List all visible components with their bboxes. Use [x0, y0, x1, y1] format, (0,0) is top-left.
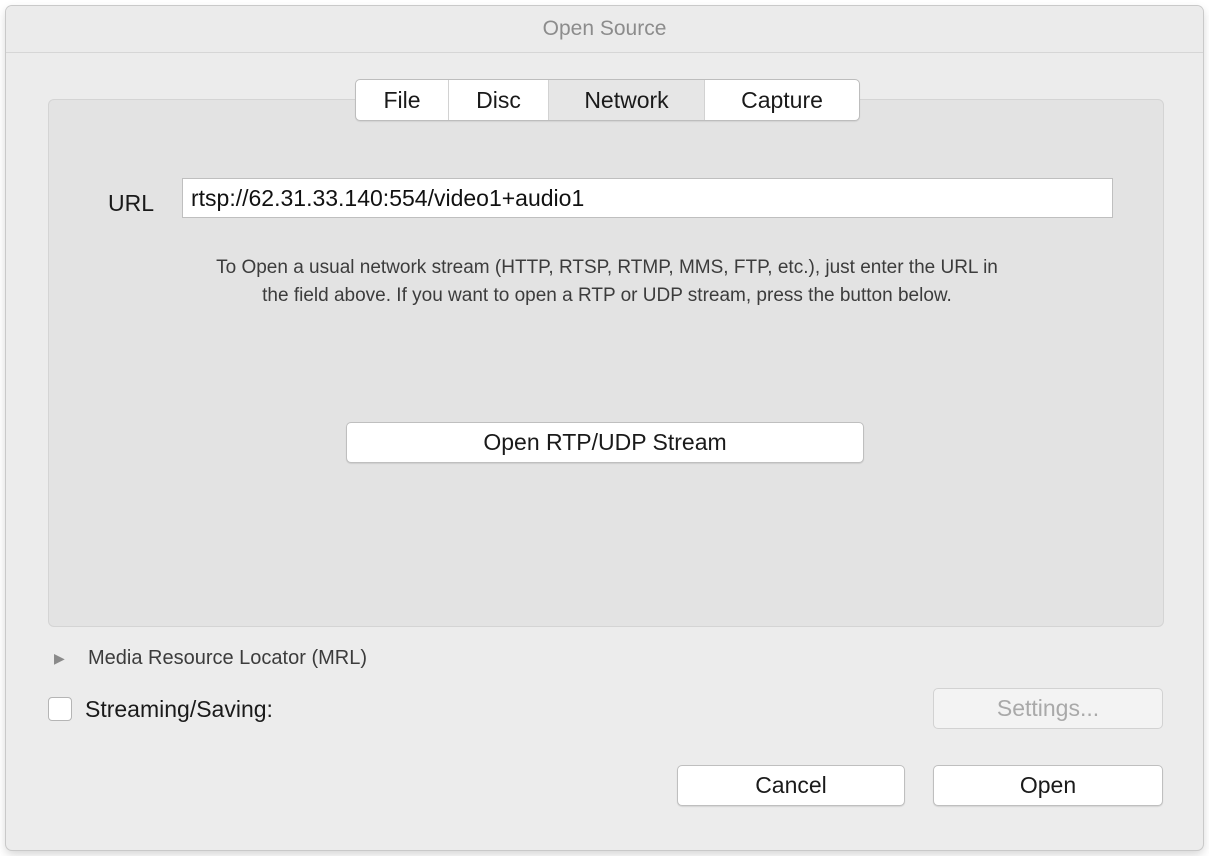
- open-rtp-udp-stream-button[interactable]: Open RTP/UDP Stream: [346, 422, 864, 463]
- open-source-dialog: Open Source File Disc Network Capture UR…: [6, 6, 1203, 850]
- disclosure-triangle-right-icon[interactable]: ▶: [54, 650, 78, 667]
- mrl-label: Media Resource Locator (MRL): [88, 646, 367, 669]
- tab-file[interactable]: File: [356, 80, 449, 120]
- help-text-line-1: To Open a usual network stream (HTTP, RT…: [216, 257, 998, 278]
- open-button[interactable]: Open: [933, 765, 1163, 806]
- cancel-button[interactable]: Cancel: [677, 765, 905, 806]
- streaming-saving-label[interactable]: Streaming/Saving:: [85, 696, 273, 723]
- tab-network[interactable]: Network: [549, 80, 705, 120]
- network-help-text: To Open a usual network stream (HTTP, RT…: [82, 254, 1132, 310]
- url-label: URL: [108, 190, 155, 216]
- mrl-disclosure[interactable]: ▶ Media Resource Locator (MRL): [54, 644, 367, 672]
- url-input[interactable]: [182, 178, 1113, 218]
- window-title: Open Source: [6, 6, 1203, 53]
- tab-capture[interactable]: Capture: [705, 80, 859, 120]
- settings-button[interactable]: Settings...: [933, 688, 1163, 729]
- streaming-saving-checkbox[interactable]: [48, 697, 72, 721]
- streaming-saving-row: Streaming/Saving:: [48, 694, 273, 724]
- source-tabs: File Disc Network Capture: [355, 79, 860, 121]
- dialog-backdrop: Open Source File Disc Network Capture UR…: [0, 0, 1209, 856]
- help-text-line-2: the field above. If you want to open a R…: [262, 285, 952, 306]
- tab-disc[interactable]: Disc: [449, 80, 549, 120]
